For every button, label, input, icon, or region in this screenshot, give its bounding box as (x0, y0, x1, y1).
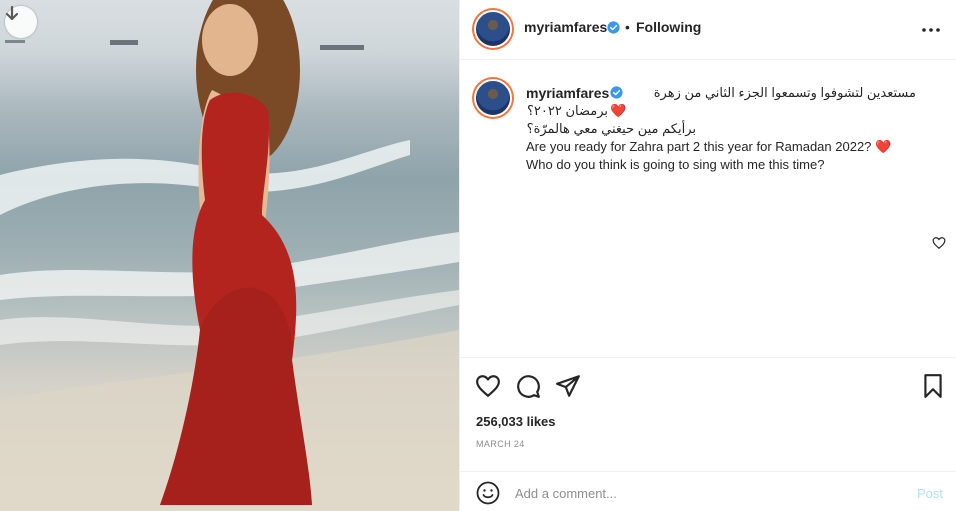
caption-line-1: myriamfares مستعدين لتشوفوا وتسمعوا الجز… (526, 84, 916, 102)
caption-line-4: Are you ready for Zahra part 2 this year… (526, 138, 916, 156)
heart-icon[interactable] (932, 236, 946, 250)
post-header: myriamfares • Following (460, 0, 956, 60)
avatar[interactable] (472, 8, 514, 50)
boat-shape (320, 45, 364, 50)
action-bar (460, 357, 956, 409)
share-icon[interactable] (555, 373, 581, 399)
face-shape (202, 4, 258, 76)
caption-username[interactable]: myriamfares (526, 84, 609, 102)
heart-emoji: ❤️ (610, 103, 627, 118)
caption-line-5: Who do you think is going to sing with m… (526, 156, 916, 174)
separator-dot: • (625, 19, 630, 35)
verified-badge-icon (610, 86, 623, 99)
post-photo[interactable] (0, 0, 459, 511)
post-comment-button[interactable]: Post (917, 486, 943, 501)
more-options-button[interactable] (919, 20, 943, 40)
caption-arabic-line-1: مستعدين لتشوفوا وتسمعوا الجزء الثاني من … (653, 85, 916, 100)
heart-icon[interactable] (475, 373, 501, 399)
boat-shape (5, 40, 25, 43)
post-date[interactable]: MARCH 24 (476, 439, 525, 449)
comment-bar: Post (460, 471, 956, 511)
boat-shape (110, 40, 138, 45)
caption-english-line-1: Are you ready for Zahra part 2 this year… (526, 139, 872, 154)
post-caption: myriamfares مستعدين لتشوفوا وتسمعوا الجز… (526, 84, 916, 174)
caption-avatar[interactable] (472, 77, 514, 119)
following-button[interactable]: Following (636, 19, 701, 35)
username-link[interactable]: myriamfares (524, 19, 607, 35)
verified-badge-icon (607, 21, 620, 34)
caption-english-line-2: Who do you think is going to sing with m… (526, 157, 825, 172)
heart-emoji: ❤️ (875, 139, 892, 154)
emoji-icon[interactable] (476, 481, 500, 505)
comment-icon[interactable] (515, 373, 541, 399)
caption-line-2: ❤️ برمضان ٢٠٢٢؟ (526, 102, 630, 120)
caption-line-3: برأيكم مين حيغني معي هالمرّة؟ (526, 120, 696, 138)
bookmark-icon[interactable] (920, 373, 946, 399)
caption-arabic-line-3: برأيكم مين حيغني معي هالمرّة؟ (526, 121, 696, 136)
likes-count[interactable]: 256,033 likes (476, 414, 556, 429)
comment-input[interactable] (515, 482, 895, 504)
beach-photo-illustration (0, 0, 459, 511)
more-options-icon (922, 28, 940, 32)
scroll-down-button[interactable] (5, 6, 37, 38)
caption-arabic-line-2: برمضان ٢٠٢٢؟ (527, 103, 608, 118)
arrow-down-icon (5, 6, 19, 21)
post-details-panel: myriamfares • Following myriamfares مستع… (459, 0, 956, 511)
